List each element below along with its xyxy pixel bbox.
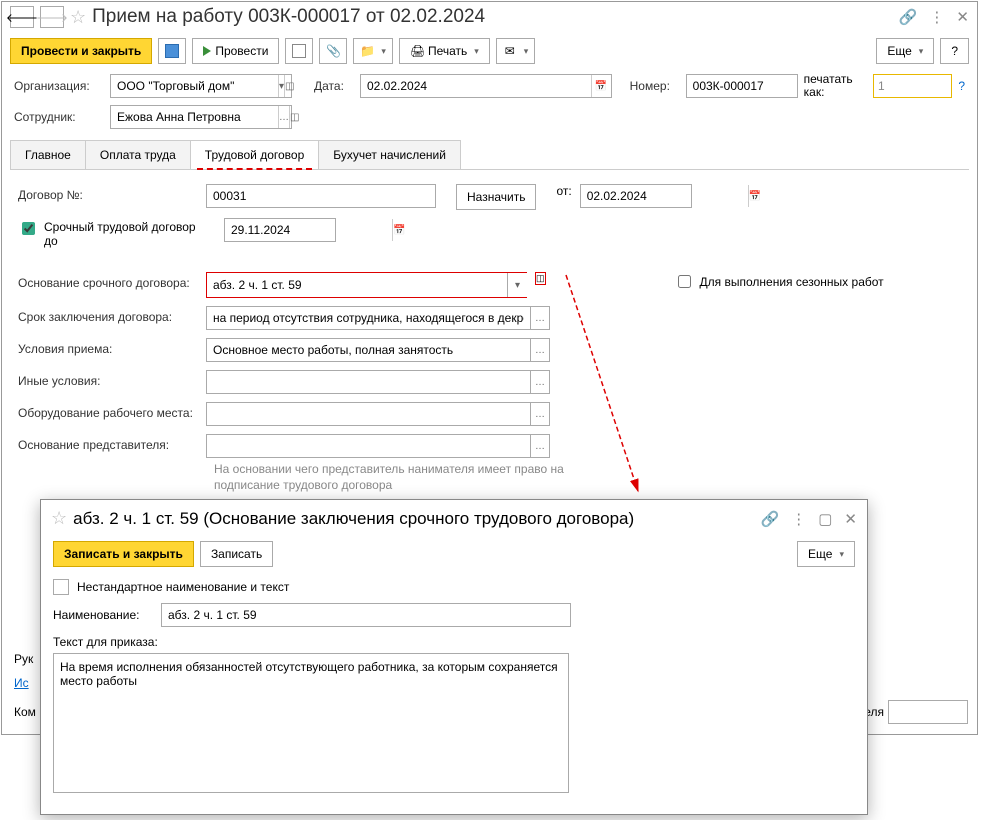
close-icon[interactable]: ✕ [956,8,969,26]
rep-basis-label: Основание представителя: [18,434,198,452]
clip-icon [326,44,340,58]
print-as-label: печатать как: [804,73,867,99]
popup-title: абз. 2 ч. 1 ст. 59 (Основание заключения… [73,509,754,529]
print-button[interactable]: Печать [399,38,490,64]
duration-input[interactable] [206,306,530,330]
rep-basis-input[interactable] [206,434,530,458]
popup-save-close-button[interactable]: Записать и закрыть [53,541,194,567]
tab-contract[interactable]: Трудовой договор [190,140,319,169]
menu-dots-icon[interactable]: ⋮ [929,8,944,26]
print-icon [410,44,424,58]
ellipsis-icon[interactable]: … [530,306,550,330]
favorite-icon[interactable]: ☆ [51,508,67,529]
calendar-icon[interactable]: 📅 [748,185,761,207]
equipment-input[interactable] [206,402,530,426]
footer-input[interactable] [889,701,981,723]
contract-no-input[interactable] [206,184,436,208]
ellipsis-icon[interactable]: … [530,370,550,394]
fixed-term-date-input[interactable] [225,219,392,241]
seasonal-checkbox[interactable] [678,275,691,288]
favorite-icon[interactable]: ☆ [70,7,86,28]
forward-button[interactable]: 🡒 [40,6,64,28]
comment-label: Ком [14,705,36,719]
number-label: Номер: [630,79,680,93]
contract-no-label: Договор №: [18,184,198,202]
nonstd-label: Нестандартное наименование и текст [77,580,289,594]
popup-name-input[interactable] [161,603,571,627]
popup-name-label: Наименование: [53,608,153,622]
play-icon [203,46,211,56]
tab-main[interactable]: Главное [10,140,86,169]
attach-button[interactable] [319,38,347,64]
duration-label: Срок заключения договора: [18,306,198,324]
history-link[interactable]: Ис [14,676,29,690]
date-input[interactable] [361,75,591,97]
seasonal-label: Для выполнения сезонных работ [700,275,884,289]
ellipsis-icon[interactable]: … [530,402,550,426]
calendar-icon[interactable]: 📅 [392,219,405,241]
fixed-term-label: Срочный трудовой договор до [44,220,198,248]
back-button[interactable]: 🡐 [10,6,34,28]
link-icon[interactable]: 🔗 [761,510,780,528]
popup-text-label: Текст для приказа: [53,635,158,649]
tab-pay[interactable]: Оплата труда [85,140,191,169]
fixed-term-checkbox[interactable] [22,222,35,235]
document-icon [292,44,306,58]
open-icon[interactable]: ◫ [284,75,294,97]
conditions-input[interactable] [206,338,530,362]
ellipsis-icon[interactable]: … [278,106,289,128]
other-input[interactable] [206,370,530,394]
ellipsis-icon[interactable]: … [530,338,550,362]
open-basis-button[interactable]: ◫ [535,272,546,285]
popup-save-button[interactable]: Записать [200,541,273,567]
assign-button[interactable]: Назначить [456,184,536,210]
rep-hint: На основании чего представитель нанимате… [214,462,574,493]
calendar-icon[interactable]: 📅 [591,75,611,97]
org-label: Организация: [14,79,104,93]
dropdown-icon[interactable]: ▾ [507,273,527,297]
document-button[interactable] [285,38,313,64]
save-icon [165,44,179,58]
org-input[interactable] [111,75,278,97]
other-label: Иные условия: [18,370,198,388]
tab-accounting[interactable]: Бухучет начислений [318,140,461,169]
folder-icon [360,44,374,58]
mail-button[interactable] [496,38,536,64]
help-link-icon[interactable]: ? [958,79,965,93]
more-button[interactable]: Еще [876,38,934,64]
employee-label: Сотрудник: [14,110,104,124]
menu-dots-icon[interactable]: ⋮ [791,510,806,528]
link-icon[interactable]: 🔗 [899,8,918,26]
open-icon[interactable]: ◫ [289,106,299,128]
basis-label: Основание срочного договора: [18,272,198,290]
date-label: Дата: [314,79,354,93]
maximize-icon[interactable]: ▢ [818,510,832,528]
popup-text-input[interactable] [53,653,569,793]
folder-button[interactable] [353,38,393,64]
from-label: от: [556,184,571,198]
basis-input[interactable] [207,273,507,297]
employee-input[interactable] [111,106,278,128]
save-button[interactable] [158,38,186,64]
conditions-label: Условия приема: [18,338,198,356]
post-and-close-button[interactable]: Провести и закрыть [10,38,152,64]
close-icon[interactable]: ✕ [844,510,857,528]
from-date-input[interactable] [581,185,748,207]
mail-icon [503,44,517,58]
print-as-input[interactable]: 1 [873,74,952,98]
equipment-label: Оборудование рабочего места: [18,402,198,420]
post-button[interactable]: Провести [192,38,279,64]
manager-label: Рук [14,652,33,666]
window-title: Прием на работу 003К-000017 от 02.02.202… [92,6,893,28]
help-button[interactable]: ? [940,38,969,64]
popup-more-button[interactable]: Еще [797,541,855,567]
ellipsis-icon[interactable]: … [530,434,550,458]
nonstd-checkbox[interactable] [53,579,69,595]
